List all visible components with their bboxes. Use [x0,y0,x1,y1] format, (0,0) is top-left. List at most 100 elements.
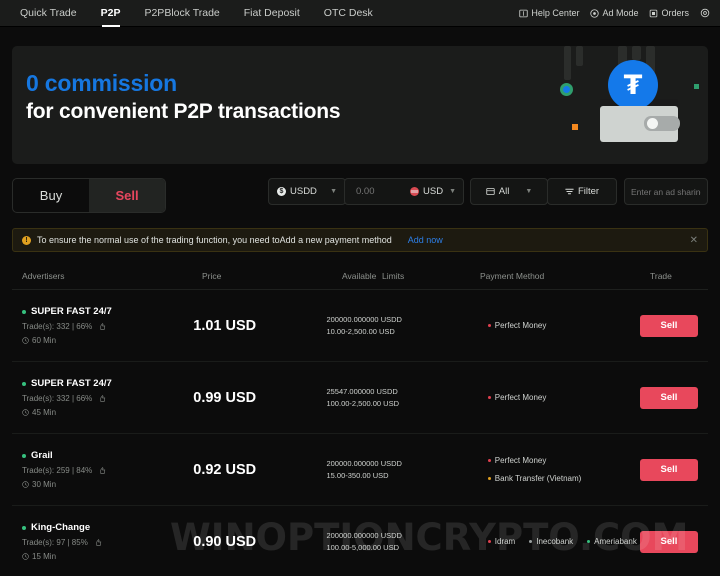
payment-color-dot-icon [587,540,591,543]
bank-icon [486,187,495,196]
sell-button[interactable]: Sell [640,530,698,553]
payment-method-item: Perfect Money [487,456,640,465]
advertiser-name-line: SUPER FAST 24/7 [22,306,193,317]
orders-icon [649,9,658,18]
available-limits-cell: 200000.000000 USDD 100.00-5,000.00 USD [326,530,457,553]
payment-method-name: Idram [494,537,516,546]
filter-button[interactable]: Filter [547,178,617,205]
advertiser-name[interactable]: SUPER FAST 24/7 [31,306,112,317]
advertiser-trades: Trade(s): 332 | 66% [22,322,93,331]
payment-color-dot-icon [487,396,491,399]
promo-banner[interactable]: 0 commission for convenient P2P transact… [12,46,708,164]
coin-symbol: ₮ [623,69,643,101]
advertiser-response-time: 15 Min [22,552,193,561]
deco-dot-green [560,83,573,96]
buy-tab[interactable]: Buy [13,179,89,212]
payment-method-item: Perfect Money [487,393,640,402]
payment-method-name: Inecobank [536,537,574,546]
advertiser-name[interactable]: Grail [31,450,53,461]
nav-item-p2pblock-trade[interactable]: P2PBlock Trade [132,0,231,27]
column-header-trade: Trade [650,270,672,281]
payment-method-item: Perfect Money [487,321,640,330]
limits-value: 10.00-2,500.00 USD [326,326,395,336]
nav-item-p2p[interactable]: P2P [89,0,133,27]
response-time-value: 30 Min [32,480,57,489]
advertiser-name-line: Grail [22,450,193,461]
advertiser-name[interactable]: King-Change [31,522,90,533]
payment-method-filter[interactable]: All ▼ [470,178,548,205]
trade-cell: Sell [640,386,698,409]
advertiser-cell: Grail Trade(s): 259 | 84% 30 Min [22,450,193,489]
table-row[interactable]: King-Change Trade(s): 97 | 85% 15 Min 0.… [12,506,708,576]
add-now-link[interactable]: Add now [408,235,443,245]
nav-item-otc-desk[interactable]: OTC Desk [312,0,385,27]
advertiser-cell: SUPER FAST 24/7 Trade(s): 332 | 66% 60 M… [22,306,193,345]
payment-method-name: Bank Transfer (Vietnam) [494,474,582,483]
nav-item-fiat-deposit[interactable]: Fiat Deposit [232,0,312,27]
advertiser-name-line: SUPER FAST 24/7 [22,378,193,389]
orders-link[interactable]: Orders [649,8,689,18]
payment-color-dot-icon [529,540,533,543]
column-header-price: Price [202,270,222,281]
deco-bar [632,46,641,60]
table-row[interactable]: Grail Trade(s): 259 | 84% 30 Min 0.92 US… [12,434,708,506]
thumbs-up-icon [99,395,106,402]
sell-tab[interactable]: Sell [89,179,165,212]
available-limits-cell: 200000.000000 USDD 15.00-350.00 USD [326,458,457,481]
amount-input[interactable] [350,178,450,205]
buy-sell-toggle: Buy Sell [12,178,166,213]
nav-label: Fiat Deposit [243,7,300,19]
nav-label: P2P [100,7,121,19]
deco-bar [576,46,583,66]
nav-label: Quick Trade [20,7,77,19]
payment-method-alert: ! To ensure the normal use of the tradin… [12,228,708,252]
limits-value: 15.00-350.00 USD [326,470,389,480]
offers-table: Advertisers Price Available Limits Payme… [12,262,708,576]
asset-selector[interactable]: $ USDD ▼ [268,178,346,205]
deco-bar [564,46,571,80]
chevron-down-icon: ▼ [525,188,533,195]
close-icon[interactable]: ✕ [690,235,698,246]
trade-cell: Sell [640,458,698,481]
table-header-row: Advertisers Price Available Limits Payme… [12,262,708,290]
available-value: 25547.000000 USDD [326,386,398,396]
advertiser-cell: King-Change Trade(s): 97 | 85% 15 Min [22,522,193,561]
sell-button[interactable]: Sell [640,458,698,481]
online-status-icon [22,381,26,386]
clock-icon [22,337,29,344]
gear-icon [700,8,710,18]
ad-sharing-code-input[interactable] [624,178,708,205]
table-row[interactable]: SUPER FAST 24/7 Trade(s): 332 | 66% 45 M… [12,362,708,434]
advertiser-response-time: 60 Min [22,336,193,345]
nav-item-quick-trade[interactable]: Quick Trade [8,0,89,27]
asset-selector-value: USDD [290,186,317,197]
advertiser-name[interactable]: SUPER FAST 24/7 [31,378,112,389]
deco-dot-orange [572,124,578,130]
thumbs-up-icon [95,539,102,546]
column-header-payment-method: Payment Method [480,270,545,281]
payment-method-name: Ameriabank [594,537,637,546]
advertiser-trades: Trade(s): 259 | 84% [22,466,93,475]
available-value: 200000.000000 USDD [326,530,402,540]
thumbs-up-icon [99,467,106,474]
price-cell: 0.90 USD [193,533,257,550]
available-value: 200000.000000 USDD [326,314,402,324]
sell-button[interactable]: Sell [640,314,698,337]
sell-button[interactable]: Sell [640,386,698,409]
advertiser-stats: Trade(s): 97 | 85% [22,538,193,547]
payment-color-dot-icon [487,459,491,462]
limits-value: 100.00-5,000.00 USD [326,542,400,552]
price-cell: 1.01 USD [193,317,257,334]
chevron-down-icon: ▼ [330,188,337,195]
payment-methods-inline: Idram Inecobank Ameriabank [487,537,640,546]
settings-button[interactable] [700,8,710,18]
thumbs-up-icon [99,323,106,330]
advertiser-name-line: King-Change [22,522,193,533]
top-navigation-bar: Quick Trade P2P P2PBlock Trade Fiat Depo… [0,0,720,27]
ad-mode-link[interactable]: Ad Mode [590,8,638,18]
response-time-value: 15 Min [32,552,57,561]
response-time-value: 45 Min [32,408,57,417]
help-center-link[interactable]: Help Center [519,8,579,18]
price-cell: 0.99 USD [193,389,257,406]
table-row[interactable]: SUPER FAST 24/7 Trade(s): 332 | 66% 60 M… [12,290,708,362]
